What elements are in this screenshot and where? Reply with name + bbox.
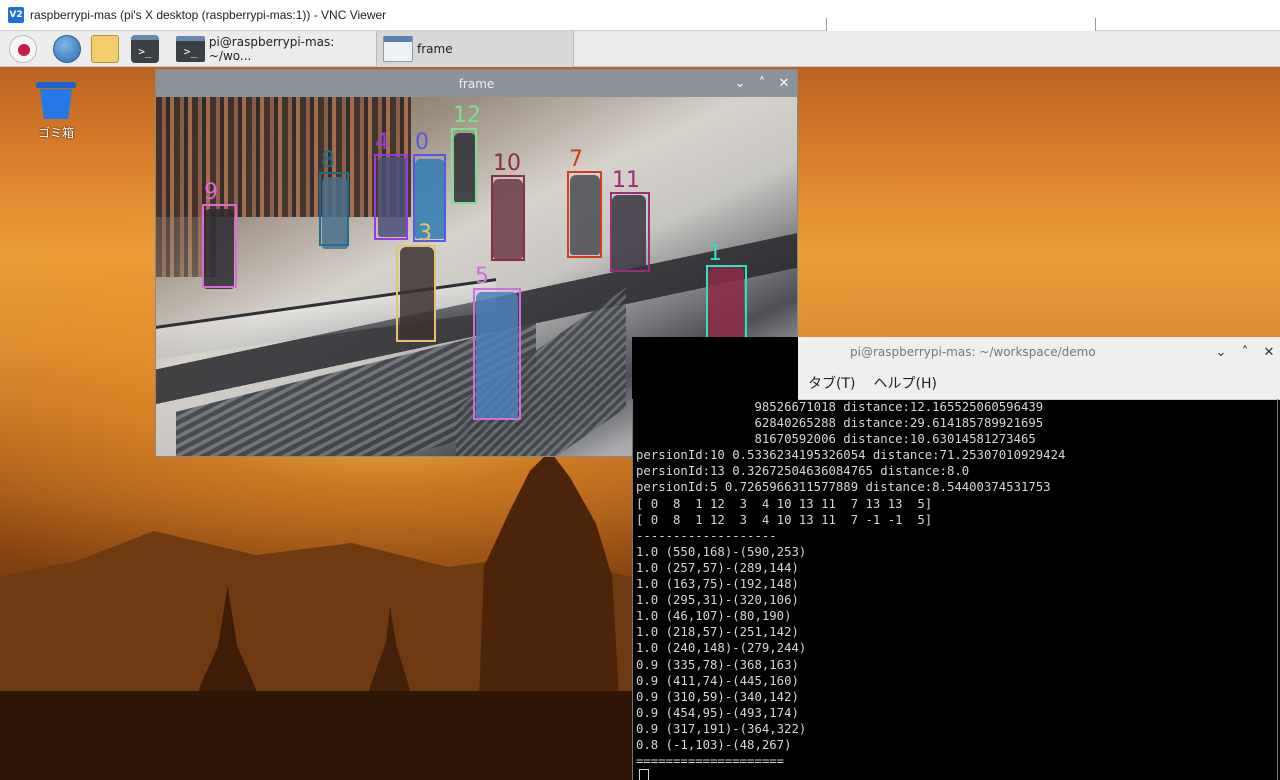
- detection-box-3: [396, 245, 436, 342]
- desktop-trash[interactable]: ゴミ箱: [30, 80, 82, 141]
- terminal-line: 81670592006 distance:10.63014581273465: [636, 432, 1036, 447]
- terminal-window: pi@raspberrypi-mas: ~/workspace/demo ⌄ ˄…: [632, 337, 1280, 780]
- terminal-line: 62840265288 distance:29.614185789921695: [636, 416, 1044, 431]
- detection-label-3: 3: [418, 221, 432, 246]
- detection-label-12: 12: [453, 103, 481, 128]
- taskbar-task-frame[interactable]: frame: [376, 31, 574, 67]
- taskbar-task-frame-label: frame: [417, 42, 453, 56]
- trash-label: ゴミ箱: [37, 126, 74, 140]
- detection-label-10: 10: [493, 151, 521, 176]
- trash-icon: [36, 80, 76, 120]
- terminal-line: 98526671018 distance:12.165525060596439: [636, 400, 1044, 414]
- terminal-line: 0.9 (310,59)-(340,142): [636, 689, 799, 704]
- terminal-line: 0.9 (317,191)-(364,322): [636, 721, 807, 736]
- file-manager-folder-icon[interactable]: [91, 35, 119, 63]
- close-icon[interactable]: ✕: [1262, 345, 1276, 360]
- taskbar: >_ >_ pi@raspberrypi-mas: ~/wo... frame: [0, 31, 1280, 67]
- menu-tab[interactable]: タブ(T): [808, 373, 855, 393]
- minimize-icon[interactable]: ⌄: [733, 76, 747, 91]
- detection-box-7: [567, 171, 602, 258]
- terminal-line: ====================: [636, 754, 785, 769]
- store-shelves: [156, 97, 411, 217]
- terminal-line: 1.0 (295,31)-(320,106): [636, 593, 799, 608]
- detection-box-9: [202, 204, 237, 288]
- window-icon: [383, 36, 413, 62]
- terminal-icon: >_: [176, 36, 205, 62]
- vnc-title-bar: V2 raspberrypi-mas (pi's X desktop (rasp…: [0, 0, 1280, 33]
- maximize-icon[interactable]: ˄: [1238, 345, 1252, 360]
- minimize-icon[interactable]: ⌄: [1214, 345, 1228, 360]
- detection-label-7: 7: [569, 147, 583, 172]
- terminal-line: 1.0 (257,57)-(289,144): [636, 560, 799, 575]
- terminal-line: persionId:13 0.32672504636084765 distanc…: [636, 464, 970, 479]
- terminal-line: 1.0 (240,148)-(279,244): [636, 641, 807, 656]
- detection-label-1: 1: [708, 241, 722, 266]
- close-icon[interactable]: ✕: [777, 76, 791, 91]
- detection-box-5: [473, 288, 521, 420]
- terminal-line: 0.9 (335,78)-(368,163): [636, 657, 799, 672]
- terminal-line: 1.0 (218,57)-(251,142): [636, 625, 799, 640]
- detection-label-4: 4: [375, 130, 389, 155]
- detection-label-0: 0: [415, 130, 429, 155]
- terminal-line: [ 0 8 1 12 3 4 10 13 11 7 -1 -1 5]: [636, 512, 933, 527]
- vnc-logo-icon: V2: [8, 7, 24, 23]
- vnc-window-title: raspberrypi-mas (pi's X desktop (raspber…: [30, 8, 387, 22]
- terminal-line: persionId:10 0.5336234195326054 distance…: [636, 448, 1066, 463]
- terminal-line: 0.8 (-1,103)-(48,267): [636, 737, 792, 752]
- detection-label-8: 8: [321, 148, 335, 173]
- terminal-line: 1.0 (163,75)-(192,148): [636, 577, 799, 592]
- detection-label-11: 11: [612, 168, 640, 193]
- detection-box-8: [319, 172, 349, 246]
- detection-box-4: [374, 154, 408, 240]
- terminal-cursor: [639, 769, 649, 780]
- terminal-prompt[interactable]: [633, 769, 1277, 780]
- terminal-titlebar[interactable]: pi@raspberrypi-mas: ~/workspace/demo ⌄ ˄…: [798, 337, 1280, 367]
- raspberry-menu-icon[interactable]: [9, 35, 37, 63]
- detection-label-5: 5: [475, 264, 489, 289]
- terminal-line: 1.0 (46,107)-(80,190): [636, 609, 792, 624]
- taskbar-task-terminal[interactable]: >_ pi@raspberrypi-mas: ~/wo...: [170, 31, 374, 67]
- terminal-line: 1.0 (550,168)-(590,253): [636, 544, 807, 559]
- detection-box-12: [451, 128, 477, 204]
- detection-box-11: [610, 192, 650, 272]
- foreground-trees: [0, 691, 640, 780]
- terminal-output[interactable]: 98526671018 distance:12.165525060596439 …: [632, 399, 1278, 780]
- detection-box-10: [491, 175, 525, 261]
- frame-titlebar[interactable]: frame ⌄ ˄ ✕: [156, 70, 797, 97]
- maximize-icon[interactable]: ˄: [755, 76, 769, 91]
- browser-globe-icon[interactable]: [53, 35, 81, 63]
- terminal-menubar: タブ(T) ヘルプ(H): [798, 367, 1280, 400]
- terminal-line: -------------------: [636, 528, 777, 543]
- terminal-line: persionId:5 0.7265966311577889 distance:…: [636, 480, 1051, 495]
- terminal-launcher-icon[interactable]: >_: [131, 35, 159, 63]
- menu-help[interactable]: ヘルプ(H): [873, 373, 936, 393]
- detection-label-9: 9: [204, 180, 218, 205]
- terminal-line: 0.9 (454,95)-(493,174): [636, 705, 799, 720]
- terminal-window-title: pi@raspberrypi-mas: ~/workspace/demo: [850, 345, 1096, 359]
- terminal-line: 0.9 (411,74)-(445,160): [636, 673, 799, 688]
- taskbar-task-terminal-label: pi@raspberrypi-mas: ~/wo...: [208, 35, 335, 63]
- frame-window-title: frame: [458, 76, 495, 91]
- terminal-line: [ 0 8 1 12 3 4 10 13 11 7 13 13 5]: [636, 496, 933, 511]
